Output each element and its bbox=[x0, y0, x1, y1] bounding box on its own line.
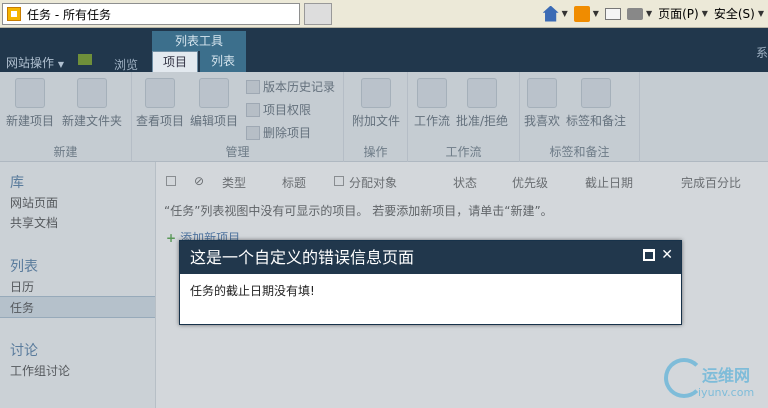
tab-items[interactable]: 项目 bbox=[152, 51, 198, 73]
home-icon bbox=[542, 5, 559, 22]
mail-icon bbox=[604, 7, 621, 20]
dialog-title: 这是一个自定义的错误信息页面 bbox=[190, 248, 415, 267]
maximize-icon[interactable] bbox=[643, 249, 656, 261]
chevron-down-icon[interactable]: ▼ bbox=[646, 9, 652, 18]
dialog-controls: ✕ bbox=[643, 248, 673, 262]
browser-tab[interactable]: 任务 - 所有任务 bbox=[2, 3, 300, 25]
mail-button[interactable] bbox=[604, 7, 621, 20]
site-actions-label: 网站操作 bbox=[6, 56, 55, 70]
list-tools-context: 列表工具 bbox=[152, 31, 246, 51]
tab-list[interactable]: 列表 bbox=[200, 51, 246, 73]
browser-toolbar: 任务 - 所有任务 ▼ ▼ ▼ 页面(P) ▼ 安全(S) ▼ bbox=[0, 0, 768, 28]
tab-browse[interactable]: 浏览 bbox=[114, 56, 138, 73]
rss-icon bbox=[573, 5, 590, 22]
tab-title: 任务 - 所有任务 bbox=[27, 7, 111, 22]
chevron-down-icon: ▼ bbox=[701, 9, 708, 18]
page-menu[interactable]: 页面(P) ▼ bbox=[658, 5, 708, 22]
navigate-up-icon[interactable] bbox=[78, 54, 92, 65]
feeds-button[interactable]: ▼ bbox=[573, 5, 599, 22]
home-button[interactable]: ▼ bbox=[542, 5, 568, 22]
command-bar: ▼ ▼ ▼ 页面(P) ▼ 安全(S) ▼ bbox=[542, 5, 764, 22]
watermark-text-en: iyunv.com bbox=[698, 386, 755, 399]
print-icon bbox=[626, 7, 643, 20]
safety-menu-label: 安全(S) bbox=[713, 7, 755, 21]
site-actions-menu[interactable]: 网站操作 ▼ bbox=[6, 54, 64, 71]
page-menu-label: 页面(P) bbox=[658, 7, 699, 21]
chevron-down-icon[interactable]: ▼ bbox=[593, 9, 599, 18]
chevron-down-icon: ▼ bbox=[57, 60, 64, 69]
new-tab-button[interactable] bbox=[304, 3, 332, 25]
close-icon[interactable]: ✕ bbox=[661, 248, 673, 262]
print-button[interactable]: ▼ bbox=[626, 7, 652, 20]
chevron-down-icon: ▼ bbox=[757, 9, 764, 18]
dialog-titlebar: 这是一个自定义的错误信息页面 ✕ bbox=[180, 241, 681, 274]
watermark-text-cn: 运维网 bbox=[702, 366, 751, 385]
dialog-message: 任务的截止日期没有填! bbox=[190, 284, 315, 298]
chevron-down-icon[interactable]: ▼ bbox=[562, 9, 568, 18]
safety-menu[interactable]: 安全(S) ▼ bbox=[714, 5, 764, 22]
sharepoint-page-icon bbox=[7, 7, 21, 21]
error-dialog: 这是一个自定义的错误信息页面 ✕ 任务的截止日期没有填! bbox=[179, 240, 682, 325]
header-corner-text: 系 bbox=[755, 46, 768, 60]
watermark-logo: 运维网 iyunv.com bbox=[664, 356, 764, 404]
